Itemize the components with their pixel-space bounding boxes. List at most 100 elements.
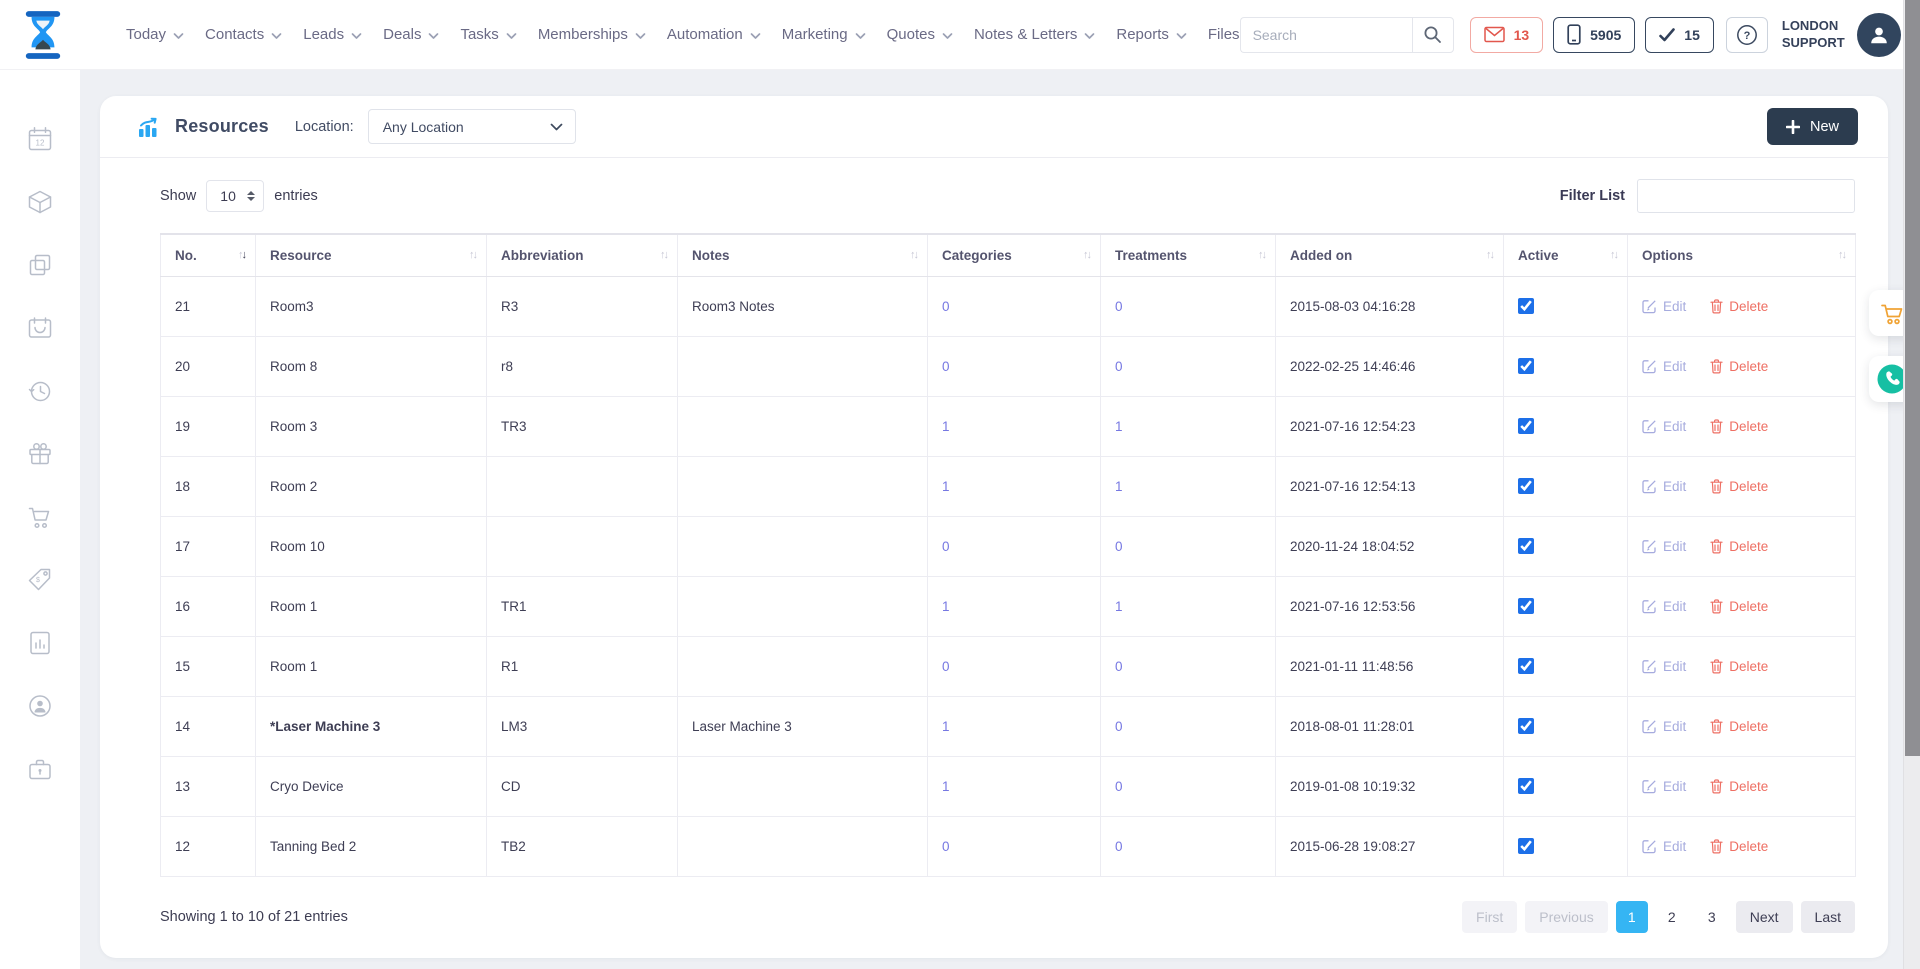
active-checkbox[interactable] bbox=[1518, 418, 1534, 434]
nav-item-contacts[interactable]: Contacts bbox=[205, 26, 282, 43]
categories-link[interactable]: 0 bbox=[942, 839, 950, 854]
column-header-resource[interactable]: Resource↑↓ bbox=[256, 234, 487, 276]
treatments-link[interactable]: 0 bbox=[1115, 659, 1123, 674]
treatments-link[interactable]: 0 bbox=[1115, 719, 1123, 734]
avatar[interactable] bbox=[1857, 13, 1901, 57]
edit-button[interactable]: Edit bbox=[1642, 779, 1686, 794]
pagination-previous[interactable]: Previous bbox=[1525, 901, 1607, 933]
sidebar-item-cart[interactable] bbox=[27, 504, 53, 530]
sidebar-item-package[interactable] bbox=[27, 189, 53, 215]
treatments-link[interactable]: 0 bbox=[1115, 299, 1123, 314]
phone-badge[interactable]: 5905 bbox=[1553, 17, 1635, 53]
delete-button[interactable]: Delete bbox=[1710, 359, 1768, 374]
treatments-link[interactable]: 0 bbox=[1115, 839, 1123, 854]
nav-item-notes-letters[interactable]: Notes & Letters bbox=[974, 26, 1095, 43]
sidebar-item-tag[interactable]: $ bbox=[27, 567, 53, 593]
edit-button[interactable]: Edit bbox=[1642, 539, 1686, 554]
mail-badge[interactable]: 13 bbox=[1470, 17, 1544, 53]
categories-link[interactable]: 1 bbox=[942, 479, 950, 494]
active-checkbox[interactable] bbox=[1518, 658, 1534, 674]
help-button[interactable]: ? bbox=[1726, 17, 1768, 53]
sidebar-item-reports[interactable] bbox=[27, 630, 53, 656]
tasks-badge[interactable]: 15 bbox=[1645, 17, 1714, 53]
pagination-page-1[interactable]: 1 bbox=[1616, 901, 1648, 933]
pagination-first[interactable]: First bbox=[1462, 901, 1517, 933]
categories-link[interactable]: 0 bbox=[942, 659, 950, 674]
pagination-last[interactable]: Last bbox=[1801, 901, 1855, 933]
delete-button[interactable]: Delete bbox=[1710, 299, 1768, 314]
treatments-link[interactable]: 0 bbox=[1115, 539, 1123, 554]
active-checkbox[interactable] bbox=[1518, 598, 1534, 614]
column-header-notes[interactable]: Notes↑↓ bbox=[678, 234, 928, 276]
sidebar-item-history[interactable] bbox=[27, 378, 53, 404]
categories-link[interactable]: 0 bbox=[942, 539, 950, 554]
delete-button[interactable]: Delete bbox=[1710, 419, 1768, 434]
sidebar-item-gift[interactable] bbox=[27, 441, 53, 467]
scrollbar-thumb[interactable] bbox=[1905, 0, 1920, 756]
categories-link[interactable]: 0 bbox=[942, 359, 950, 374]
location-select[interactable]: Any Location bbox=[368, 109, 576, 144]
pagination-page-2[interactable]: 2 bbox=[1656, 901, 1688, 933]
nav-item-automation[interactable]: Automation bbox=[667, 26, 761, 43]
nav-item-today[interactable]: Today bbox=[126, 26, 184, 43]
column-header-no[interactable]: No.↑↓ bbox=[161, 234, 256, 276]
sidebar-item-calendar[interactable]: 12 bbox=[27, 126, 53, 152]
active-checkbox[interactable] bbox=[1518, 358, 1534, 374]
categories-link[interactable]: 1 bbox=[942, 779, 950, 794]
active-checkbox[interactable] bbox=[1518, 538, 1534, 554]
sidebar-item-copy[interactable] bbox=[27, 252, 53, 278]
delete-button[interactable]: Delete bbox=[1710, 719, 1768, 734]
active-checkbox[interactable] bbox=[1518, 298, 1534, 314]
new-button[interactable]: New bbox=[1767, 108, 1858, 145]
column-header-active[interactable]: Active↑↓ bbox=[1504, 234, 1628, 276]
treatments-link[interactable]: 0 bbox=[1115, 779, 1123, 794]
column-header-added-on[interactable]: Added on↑↓ bbox=[1276, 234, 1504, 276]
edit-button[interactable]: Edit bbox=[1642, 839, 1686, 854]
column-header-treatments[interactable]: Treatments↑↓ bbox=[1101, 234, 1276, 276]
treatments-link[interactable]: 0 bbox=[1115, 359, 1123, 374]
column-header-abbreviation[interactable]: Abbreviation↑↓ bbox=[487, 234, 678, 276]
delete-button[interactable]: Delete bbox=[1710, 539, 1768, 554]
nav-item-files[interactable]: Files bbox=[1208, 26, 1240, 43]
page-scrollbar[interactable] bbox=[1903, 0, 1920, 969]
nav-item-leads[interactable]: Leads bbox=[303, 26, 362, 43]
active-checkbox[interactable] bbox=[1518, 778, 1534, 794]
categories-link[interactable]: 1 bbox=[942, 599, 950, 614]
column-header-categories[interactable]: Categories↑↓ bbox=[928, 234, 1101, 276]
edit-button[interactable]: Edit bbox=[1642, 659, 1686, 674]
active-checkbox[interactable] bbox=[1518, 838, 1534, 854]
sidebar-item-account[interactable] bbox=[27, 693, 53, 719]
column-header-options[interactable]: Options↑↓ bbox=[1628, 234, 1856, 276]
pagination-page-3[interactable]: 3 bbox=[1696, 901, 1728, 933]
delete-button[interactable]: Delete bbox=[1710, 659, 1768, 674]
search-input[interactable] bbox=[1240, 17, 1412, 53]
sidebar-item-bookings[interactable] bbox=[27, 315, 53, 341]
edit-button[interactable]: Edit bbox=[1642, 719, 1686, 734]
delete-button[interactable]: Delete bbox=[1710, 779, 1768, 794]
active-checkbox[interactable] bbox=[1518, 478, 1534, 494]
delete-button[interactable]: Delete bbox=[1710, 479, 1768, 494]
sidebar-item-case[interactable] bbox=[27, 756, 53, 782]
search-button[interactable] bbox=[1412, 17, 1454, 53]
treatments-link[interactable]: 1 bbox=[1115, 479, 1123, 494]
edit-button[interactable]: Edit bbox=[1642, 299, 1686, 314]
categories-link[interactable]: 0 bbox=[942, 299, 950, 314]
treatments-link[interactable]: 1 bbox=[1115, 599, 1123, 614]
delete-button[interactable]: Delete bbox=[1710, 839, 1768, 854]
nav-item-tasks[interactable]: Tasks bbox=[460, 26, 516, 43]
app-logo[interactable] bbox=[22, 9, 64, 61]
nav-item-marketing[interactable]: Marketing bbox=[782, 26, 866, 43]
nav-item-memberships[interactable]: Memberships bbox=[538, 26, 646, 43]
edit-button[interactable]: Edit bbox=[1642, 419, 1686, 434]
nav-item-quotes[interactable]: Quotes bbox=[887, 26, 953, 43]
edit-button[interactable]: Edit bbox=[1642, 599, 1686, 614]
nav-item-reports[interactable]: Reports bbox=[1116, 26, 1187, 43]
filter-input[interactable] bbox=[1637, 179, 1855, 213]
active-checkbox[interactable] bbox=[1518, 718, 1534, 734]
edit-button[interactable]: Edit bbox=[1642, 359, 1686, 374]
nav-item-deals[interactable]: Deals bbox=[383, 26, 439, 43]
categories-link[interactable]: 1 bbox=[942, 419, 950, 434]
delete-button[interactable]: Delete bbox=[1710, 599, 1768, 614]
entries-select[interactable]: 10 bbox=[206, 180, 264, 212]
pagination-next[interactable]: Next bbox=[1736, 901, 1793, 933]
